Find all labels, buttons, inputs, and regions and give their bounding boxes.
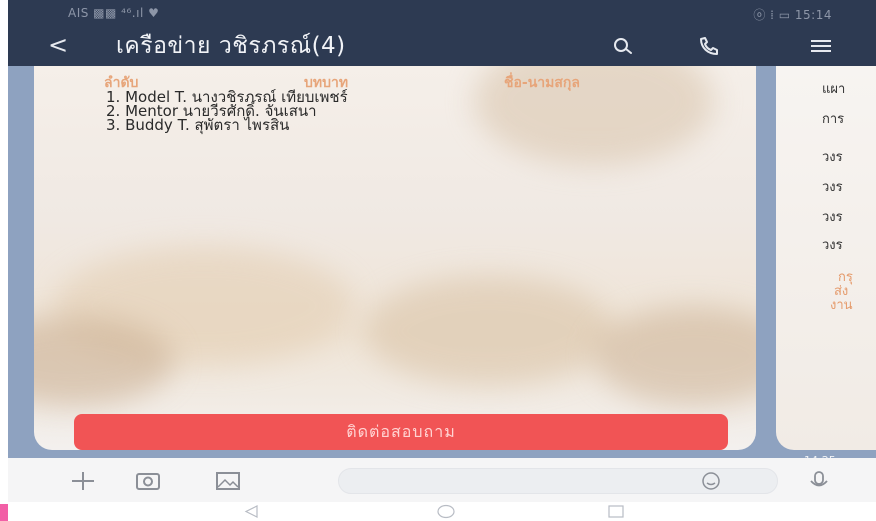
nav-recent-icon[interactable] (606, 504, 626, 519)
input-bar (8, 458, 876, 502)
mic-icon[interactable] (804, 470, 834, 492)
status-bar: AIS ▩▩ ⁴⁶.ıl ♥ ⓞ ⁞ ▭ 15:14 (8, 0, 876, 26)
peek-line: งาน (830, 298, 853, 313)
chat-screen: AIS ▩▩ ⁴⁶.ıl ♥ ⓞ ⁞ ▭ 15:14 < เครือข่าย ว… (0, 0, 876, 521)
next-message-card[interactable]: แผา การ วงร วงร วงร วงร กรุ ส่ง งาน (776, 66, 876, 450)
nav-home-icon[interactable] (436, 504, 456, 519)
nav-back-icon[interactable] (242, 504, 262, 519)
member-item: 3. Buddy T. สุพัตรา ไพรสิน (106, 116, 290, 134)
peek-line: การ (822, 112, 845, 127)
search-icon[interactable] (610, 34, 636, 58)
chat-title[interactable]: เครือข่าย วชิรภรณ์(4) (116, 32, 346, 60)
member-list: 1. Model T. นางวชิรภรณ์ เทียบเพชร์ 2. Me… (106, 90, 348, 134)
camera-icon[interactable] (133, 470, 163, 492)
peek-line: วงร (822, 210, 843, 225)
column-header-name: ชื่อ-นามสกุล (504, 75, 580, 91)
status-left: AIS ▩▩ ⁴⁶.ıl ♥ (68, 6, 160, 20)
background-photo-blur (364, 276, 614, 386)
left-edge (0, 0, 8, 504)
system-nav-bar (8, 502, 876, 521)
peek-line: วงร (822, 150, 843, 165)
message-input[interactable] (338, 468, 778, 494)
image-icon[interactable] (213, 470, 243, 492)
plus-icon[interactable] (68, 470, 98, 492)
message-card[interactable]: ลำดับ บทบาท ชื่อ-นามสกุล 1. Model T. นาง… (34, 66, 756, 450)
peek-line: แผา (822, 82, 846, 97)
chat-header: < เครือข่าย วชิรภรณ์(4) (8, 26, 876, 66)
background-photo-blur (594, 306, 756, 406)
chat-area[interactable]: ลำดับ บทบาท ชื่อ-นามสกุล 1. Model T. นาง… (8, 66, 876, 467)
back-button[interactable]: < (48, 31, 68, 59)
peek-line: วงร (822, 238, 843, 253)
peek-line: วงร (822, 180, 843, 195)
phone-icon[interactable] (696, 34, 722, 58)
emoji-icon[interactable] (699, 472, 723, 490)
edge-marker (0, 504, 8, 521)
contact-button[interactable]: ติดต่อสอบถาม (74, 414, 728, 450)
menu-icon[interactable] (808, 34, 834, 58)
status-right: ⓞ ⁞ ▭ 15:14 (753, 8, 832, 22)
